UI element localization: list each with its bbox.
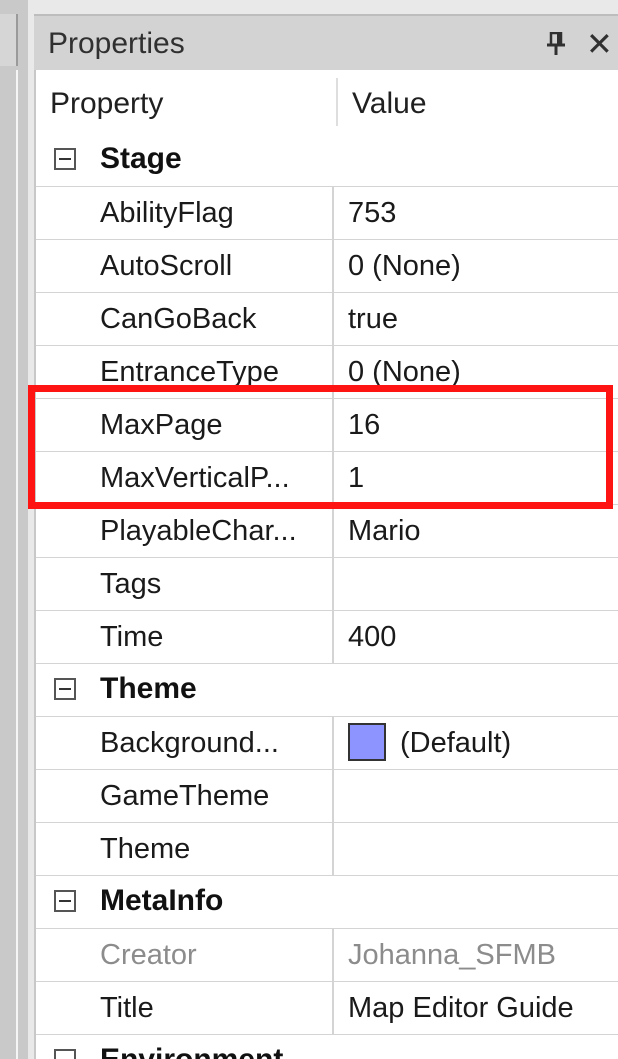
color-swatch[interactable]	[348, 723, 386, 762]
category-metainfo[interactable]: MetaInfo	[36, 876, 618, 929]
property-value[interactable]: (Default)	[348, 723, 512, 763]
column-separator[interactable]	[336, 78, 338, 126]
property-value[interactable]: 753	[348, 195, 396, 231]
property-name: AbilityFlag	[100, 197, 234, 229]
cell-separator	[332, 929, 334, 982]
adjacent-pane-tab[interactable]	[0, 14, 18, 66]
value-column-header[interactable]: Value	[352, 86, 427, 122]
property-name: Background...	[100, 727, 279, 759]
property-value-text: 753	[348, 197, 397, 229]
grid-header: Property Value	[36, 70, 618, 134]
property-row[interactable]: AutoScroll 0 (None)	[36, 240, 618, 293]
property-row[interactable]: AbilityFlag 753	[36, 187, 618, 240]
collapse-icon[interactable]	[54, 148, 76, 170]
property-value-text: (Default)	[400, 727, 512, 759]
property-row[interactable]: Tags	[36, 558, 618, 611]
property-value[interactable]: 1	[348, 460, 364, 496]
cell-separator	[332, 346, 334, 399]
cell-separator	[332, 717, 334, 770]
property-name: Title	[100, 992, 154, 1024]
property-value[interactable]: Johanna_SFMB	[348, 937, 556, 973]
cell-separator	[332, 240, 334, 293]
property-value-text: 16	[348, 409, 381, 441]
category-stage[interactable]: Stage	[36, 134, 618, 187]
cell-separator	[332, 558, 334, 611]
property-name: PlayableChar...	[100, 515, 297, 547]
cell-separator	[332, 823, 334, 876]
property-name: CanGoBack	[100, 303, 257, 335]
property-value[interactable]: Mario	[348, 513, 421, 549]
property-row[interactable]: CanGoBack true	[36, 293, 618, 346]
property-row[interactable]: PlayableChar... Mario	[36, 505, 618, 558]
property-row[interactable]: Background... (Default)	[36, 717, 618, 770]
property-row[interactable]: Title Map Editor Guide	[36, 982, 618, 1035]
category-label: MetaInfo	[100, 884, 224, 917]
property-value[interactable]: true	[348, 301, 398, 337]
property-value-text: Johanna_SFMB	[348, 939, 556, 971]
cell-separator	[332, 611, 334, 664]
property-row[interactable]: Theme	[36, 823, 618, 876]
property-value-text: 1	[348, 462, 365, 494]
property-row[interactable]: MaxPage 16	[36, 399, 618, 452]
property-name: AutoScroll	[100, 250, 233, 282]
property-column-header[interactable]: Property	[50, 86, 163, 122]
cell-separator	[332, 293, 334, 346]
property-row[interactable]: EntranceType 0 (None)	[36, 346, 618, 399]
property-value-text: 0 (None)	[348, 356, 461, 388]
collapse-icon[interactable]	[54, 1049, 76, 1059]
property-value-text: 0 (None)	[348, 250, 461, 282]
cell-separator	[332, 505, 334, 558]
category-theme[interactable]: Theme	[36, 664, 618, 717]
property-value-text: true	[348, 303, 398, 335]
properties-title-bar[interactable]: Properties ✕	[34, 14, 618, 70]
property-name: Theme	[100, 833, 191, 865]
collapse-icon[interactable]	[54, 678, 76, 700]
cell-separator	[332, 770, 334, 823]
property-value-text: 400	[348, 621, 397, 653]
property-name: MaxVerticalP...	[100, 462, 290, 494]
property-row[interactable]: Creator Johanna_SFMB	[36, 929, 618, 982]
property-name: Tags	[100, 568, 162, 600]
property-row[interactable]: Time 400	[36, 611, 618, 664]
cell-separator	[332, 982, 334, 1035]
cell-separator	[332, 399, 334, 452]
property-name: EntranceType	[100, 356, 279, 388]
property-name: Creator	[100, 939, 197, 971]
property-value-text: Map Editor Guide	[348, 992, 574, 1024]
property-name: Time	[100, 621, 164, 653]
pane-divider	[16, 70, 18, 1059]
property-grid: Property Value Stage AbilityFlag 753 AutoSc…	[34, 70, 618, 1059]
property-value-text: Mario	[348, 515, 421, 547]
panel-title: Properties	[48, 27, 185, 60]
property-value[interactable]: 0 (None)	[348, 248, 461, 284]
adjacent-pane-edge	[0, 0, 28, 1059]
category-environment[interactable]: Environment	[36, 1035, 618, 1059]
property-row[interactable]: GameTheme	[36, 770, 618, 823]
cell-separator	[332, 452, 334, 505]
category-label: Environment	[100, 1041, 283, 1059]
property-value[interactable]: 400	[348, 619, 396, 655]
property-name: MaxPage	[100, 409, 223, 441]
close-icon[interactable]: ✕	[586, 28, 613, 60]
property-value[interactable]: 16	[348, 407, 380, 443]
property-value[interactable]: 0 (None)	[348, 354, 461, 390]
category-label: Stage	[100, 142, 182, 175]
property-name: GameTheme	[100, 780, 270, 812]
category-label: Theme	[100, 672, 197, 705]
property-value[interactable]: Map Editor Guide	[348, 990, 574, 1026]
pin-icon[interactable]	[546, 32, 566, 56]
properties-window: Properties ✕ Property Value Stage Ability…	[0, 0, 618, 1059]
cell-separator	[332, 187, 334, 240]
property-row[interactable]: MaxVerticalP... 1	[36, 452, 618, 505]
collapse-icon[interactable]	[54, 890, 76, 912]
